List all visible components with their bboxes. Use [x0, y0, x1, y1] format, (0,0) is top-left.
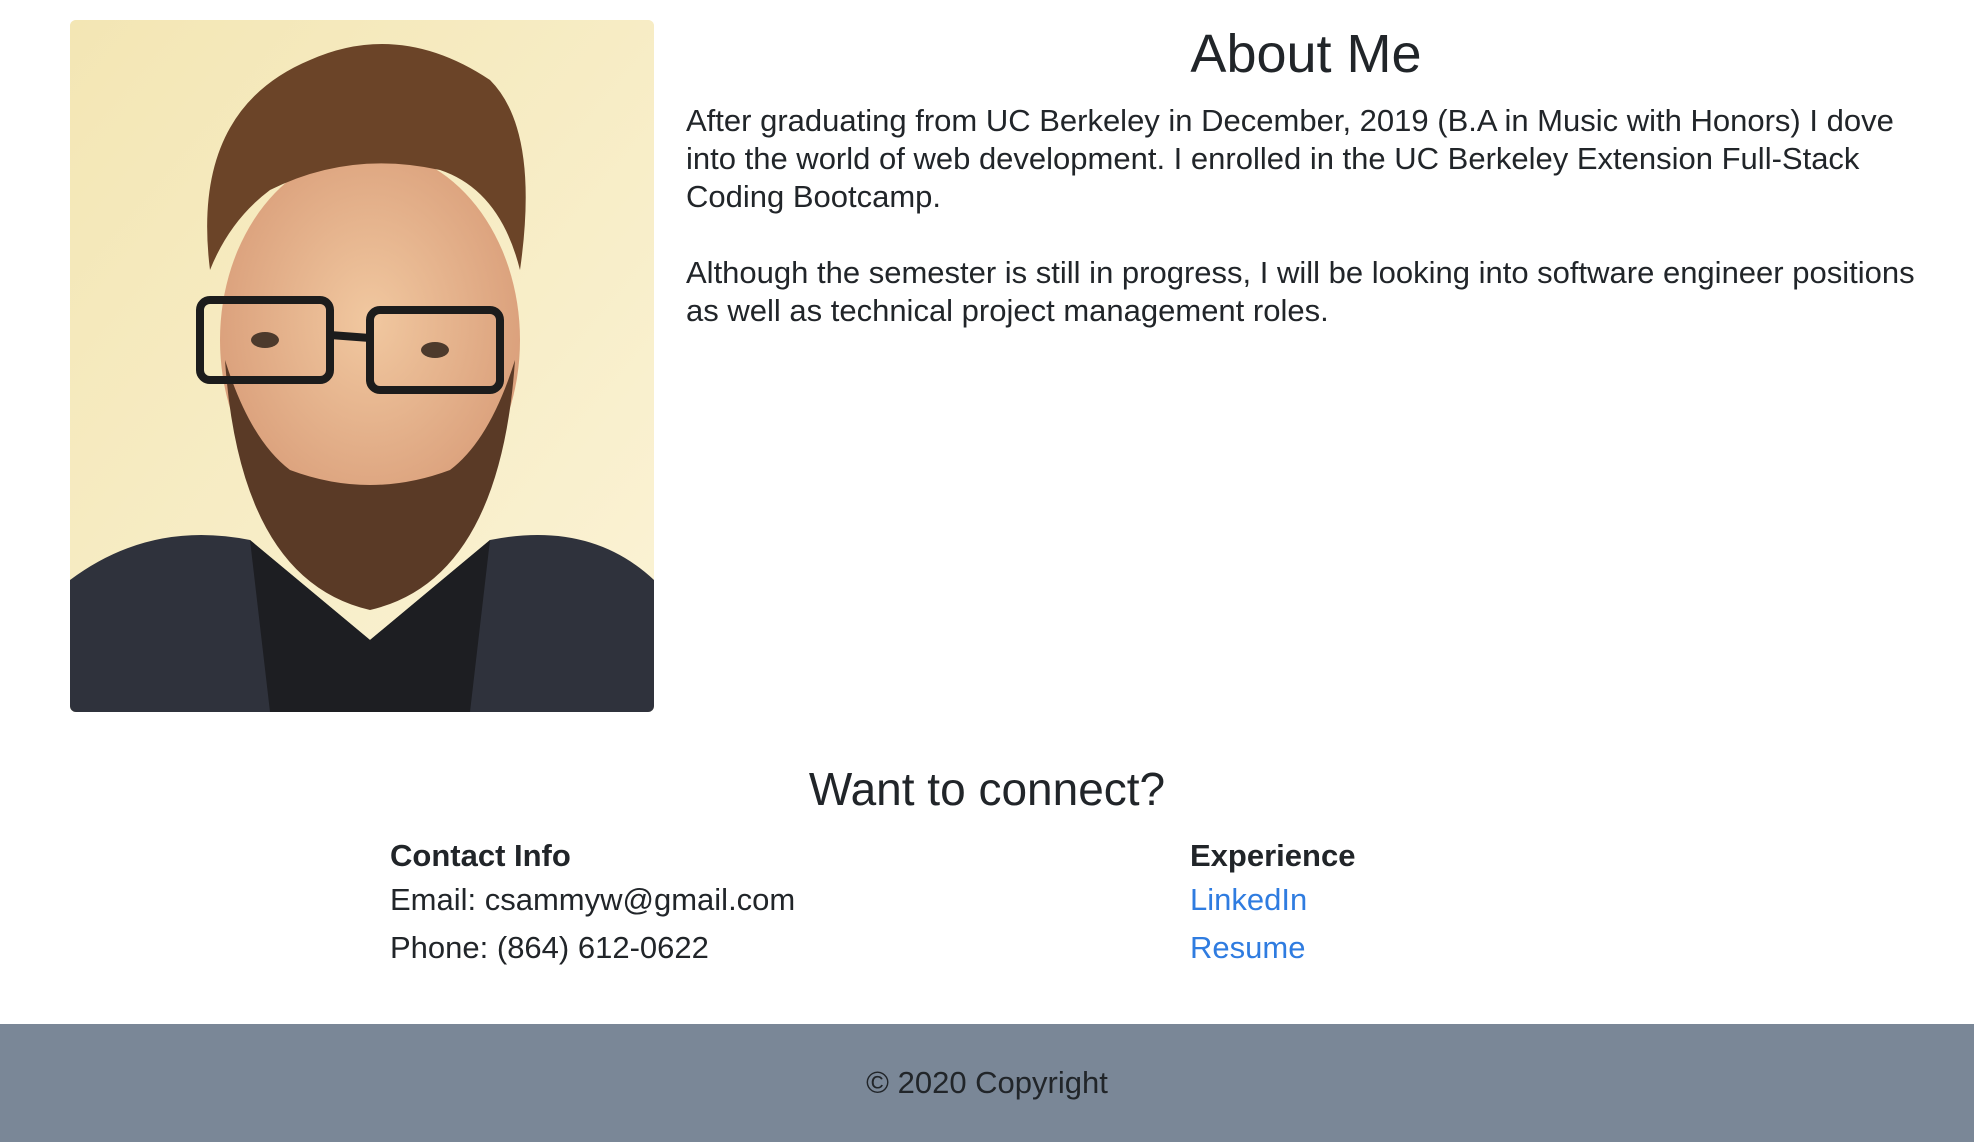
contact-info-column: Contact Info Email: csammyw@gmail.com Ph… [390, 836, 795, 972]
copyright-text: © 2020 Copyright [866, 1065, 1108, 1100]
page: About Me After graduating from UC Berkel… [0, 0, 1974, 1142]
experience-heading: Experience [1190, 838, 1356, 873]
footer: © 2020 Copyright [0, 1024, 1974, 1142]
about-paragraph: Although the semester is still in progre… [686, 255, 1915, 328]
contact-info-heading: Contact Info [390, 838, 571, 873]
experience-column: Experience LinkedIn Resume [1190, 836, 1355, 972]
profile-photo [70, 20, 654, 712]
connect-title: Want to connect? [808, 763, 1166, 815]
about-body: After graduating from UC Berkeley in Dec… [686, 102, 1926, 368]
linkedin-link[interactable]: LinkedIn [1190, 876, 1355, 924]
about-title: About Me [1190, 24, 1422, 84]
contact-email: Email: csammyw@gmail.com [390, 882, 796, 917]
about-paragraph: After graduating from UC Berkeley in Dec… [686, 103, 1894, 214]
resume-link[interactable]: Resume [1190, 924, 1355, 972]
contact-phone: Phone: (864) 612-0622 [390, 930, 709, 965]
